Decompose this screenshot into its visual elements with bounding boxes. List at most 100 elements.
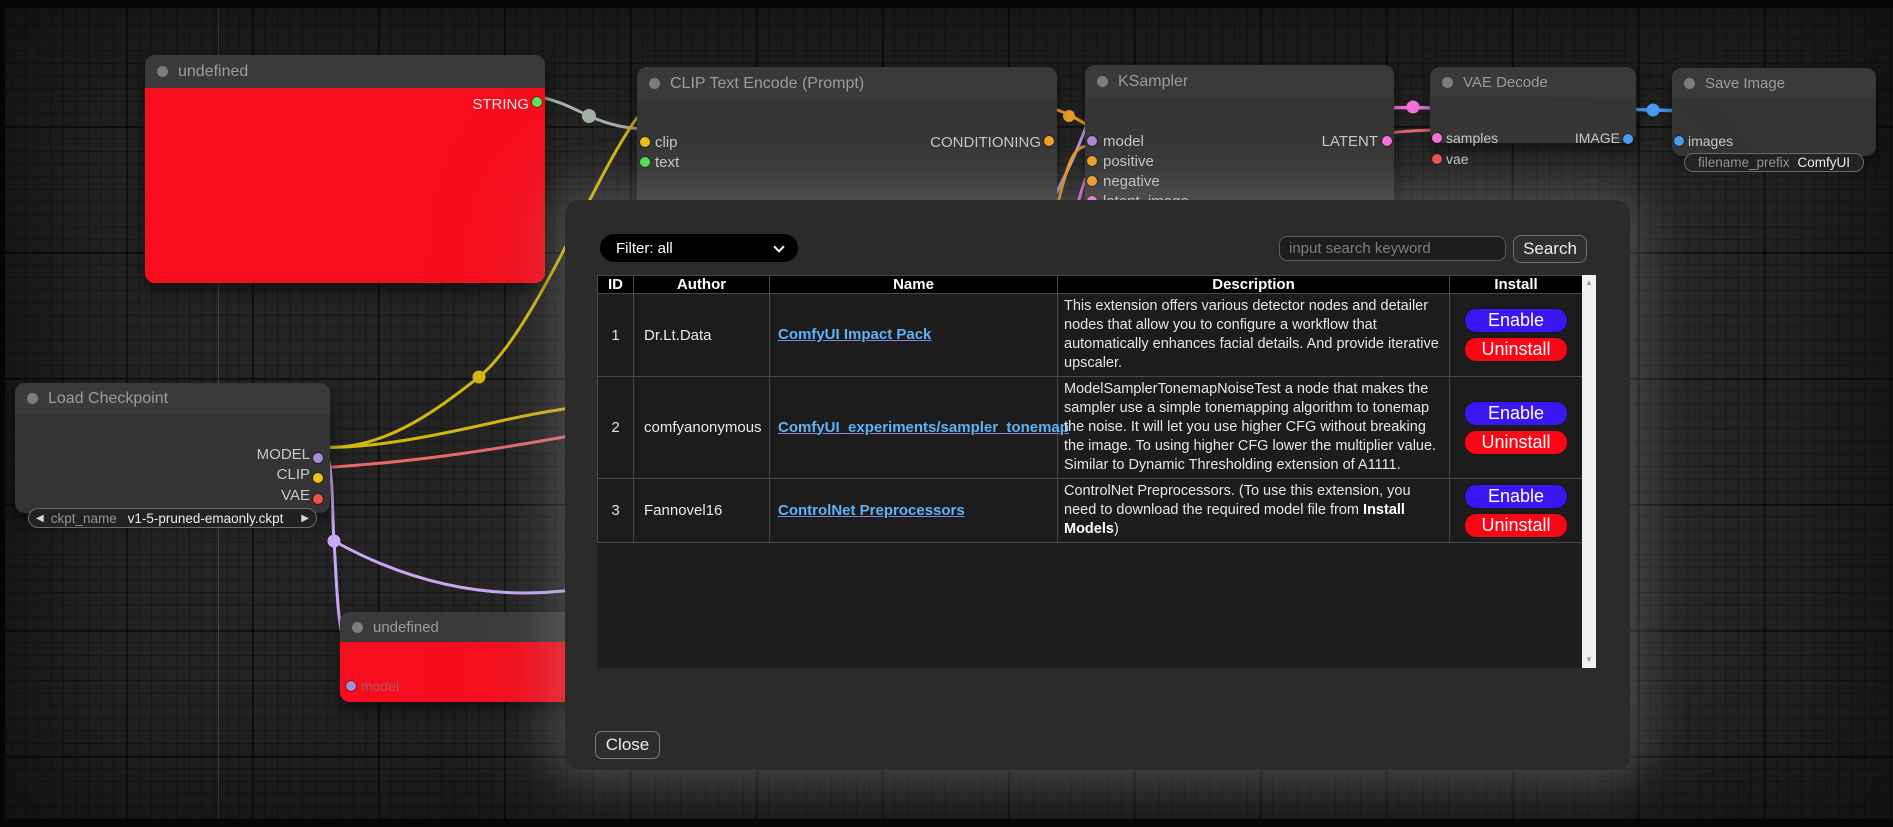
cell-description: This extension offers various detector n… — [1058, 294, 1450, 377]
collapse-dot-icon[interactable] — [1442, 77, 1453, 88]
uninstall-button[interactable]: Uninstall — [1464, 337, 1568, 362]
close-button[interactable]: Close — [595, 731, 660, 759]
input-label: vae — [1446, 151, 1469, 167]
wire-clip-b — [318, 405, 592, 447]
header-name: Name — [770, 276, 1058, 294]
node-title: undefined — [373, 619, 439, 636]
increment-arrow-icon[interactable]: ▶ — [294, 513, 316, 524]
input-samples-slot[interactable] — [1432, 133, 1442, 143]
collapse-dot-icon[interactable] — [157, 66, 168, 77]
output-label: CLIP — [277, 466, 310, 483]
scroll-up-icon[interactable]: ▲ — [1582, 278, 1596, 288]
output-conditioning-slot[interactable] — [1044, 136, 1054, 146]
input-negative-slot[interactable] — [1087, 176, 1097, 186]
input-label: model — [361, 678, 399, 694]
ckpt-name-widget[interactable]: ◀ ckpt_name v1-5-pruned-emaonly.ckpt ▶ — [28, 508, 317, 528]
node-title: VAE Decode — [1463, 74, 1548, 91]
cell-id: 2 — [598, 377, 634, 479]
input-model-slot[interactable] — [346, 681, 356, 691]
input-model-slot[interactable] — [1087, 136, 1097, 146]
node-vae-decode[interactable]: VAE Decode samples vae IMAGE — [1430, 67, 1636, 143]
widget-label: ckpt_name — [51, 511, 117, 526]
collapse-dot-icon[interactable] — [1684, 78, 1695, 89]
extension-table: ID Author Name Description Install 1 Dr.… — [597, 275, 1583, 543]
input-vae-slot[interactable] — [1432, 154, 1442, 164]
uninstall-button[interactable]: Uninstall — [1464, 513, 1568, 538]
node-title-bar[interactable]: undefined — [145, 55, 545, 88]
enable-button[interactable]: Enable — [1464, 484, 1568, 509]
node-title-bar[interactable]: CLIP Text Encode (Prompt) — [637, 67, 1057, 100]
widget-value: v1-5-pruned-emaonly.ckpt — [117, 511, 295, 526]
output-image-slot[interactable] — [1623, 134, 1633, 144]
output-string-slot[interactable] — [532, 97, 542, 107]
manager-dialog: Filter: all Search ID Author Name Descri… — [565, 200, 1630, 770]
reroute-dot-image[interactable] — [1647, 104, 1660, 117]
extension-list: ID Author Name Description Install 1 Dr.… — [597, 275, 1596, 668]
extension-link[interactable]: ComfyUI Impact Pack — [778, 326, 931, 343]
scrollbar[interactable]: ▲ ▼ — [1582, 275, 1596, 668]
filter-select[interactable]: Filter: all — [600, 234, 798, 262]
reroute-dot-string[interactable] — [582, 109, 596, 123]
output-label: STRING — [472, 96, 529, 113]
node-save-image[interactable]: Save Image images filename_prefix ComfyU… — [1672, 68, 1876, 156]
extension-link[interactable]: ControlNet Preprocessors — [778, 502, 965, 519]
input-label: negative — [1103, 173, 1160, 190]
input-clip-slot[interactable] — [640, 137, 650, 147]
input-text-slot[interactable] — [640, 157, 650, 167]
output-model-slot[interactable] — [313, 453, 323, 463]
header-install: Install — [1450, 276, 1583, 294]
reroute-dot-cond[interactable] — [1063, 110, 1075, 122]
decrement-arrow-icon[interactable]: ◀ — [29, 513, 51, 524]
input-positive-slot[interactable] — [1087, 156, 1097, 166]
output-latent-slot[interactable] — [1382, 136, 1392, 146]
output-vae-slot[interactable] — [313, 494, 323, 504]
node-body-error: STRING — [145, 88, 545, 283]
table-header-row: ID Author Name Description Install — [598, 276, 1583, 294]
collapse-dot-icon[interactable] — [649, 78, 660, 89]
node-title-bar[interactable]: Load Checkpoint — [15, 383, 330, 414]
output-label: IMAGE — [1575, 130, 1620, 146]
header-id: ID — [598, 276, 634, 294]
output-label: MODEL — [257, 446, 310, 463]
extension-link[interactable]: ComfyUI_experiments/sampler_tonemap — [778, 419, 1069, 436]
cell-install: Enable Uninstall — [1450, 294, 1583, 377]
filename-prefix-widget[interactable]: filename_prefix ComfyUI — [1684, 153, 1864, 172]
output-clip-slot[interactable] — [313, 473, 323, 483]
header-author: Author — [634, 276, 770, 294]
input-label: model — [1103, 133, 1144, 150]
reroute-dot-latent[interactable] — [1407, 101, 1420, 114]
reroute-dot-clip[interactable] — [473, 371, 486, 384]
node-title-bar[interactable]: VAE Decode — [1430, 67, 1636, 97]
input-images-slot[interactable] — [1674, 136, 1684, 146]
cell-install: Enable Uninstall — [1450, 479, 1583, 543]
node-ksampler[interactable]: KSampler model positive negative latent_… — [1085, 65, 1394, 215]
collapse-dot-icon[interactable] — [27, 393, 38, 404]
node-title-bar[interactable]: undefined — [340, 612, 590, 642]
output-label: VAE — [281, 487, 310, 504]
collapse-dot-icon[interactable] — [1097, 76, 1108, 87]
scroll-down-icon[interactable]: ▼ — [1582, 655, 1596, 665]
cell-description: ControlNet Preprocessors. (To use this e… — [1058, 479, 1450, 543]
node-title: undefined — [178, 63, 248, 81]
node-title: CLIP Text Encode (Prompt) — [670, 75, 864, 93]
node-undefined-bottom[interactable]: undefined model — [340, 612, 590, 702]
node-undefined-top[interactable]: undefined STRING — [145, 55, 545, 283]
search-button[interactable]: Search — [1513, 235, 1587, 263]
node-title-bar[interactable]: KSampler — [1085, 65, 1394, 98]
node-title-bar[interactable]: Save Image — [1672, 68, 1876, 98]
widget-value: ComfyUI — [1797, 155, 1850, 170]
search-input[interactable] — [1279, 236, 1506, 261]
input-label: text — [655, 154, 679, 171]
uninstall-button[interactable]: Uninstall — [1464, 430, 1568, 455]
node-title: Load Checkpoint — [48, 390, 168, 408]
node-title: Save Image — [1705, 75, 1785, 92]
collapse-dot-icon[interactable] — [352, 622, 363, 633]
enable-button[interactable]: Enable — [1464, 308, 1568, 333]
node-title: KSampler — [1118, 73, 1188, 91]
node-load-checkpoint[interactable]: Load Checkpoint MODEL CLIP VAE ◀ ckpt_na… — [15, 383, 330, 513]
input-label: clip — [655, 134, 678, 151]
input-label: images — [1688, 133, 1733, 149]
enable-button[interactable]: Enable — [1464, 401, 1568, 426]
table-row: 2 comfyanonymous ComfyUI_experiments/sam… — [598, 377, 1583, 479]
input-label: samples — [1446, 130, 1498, 146]
